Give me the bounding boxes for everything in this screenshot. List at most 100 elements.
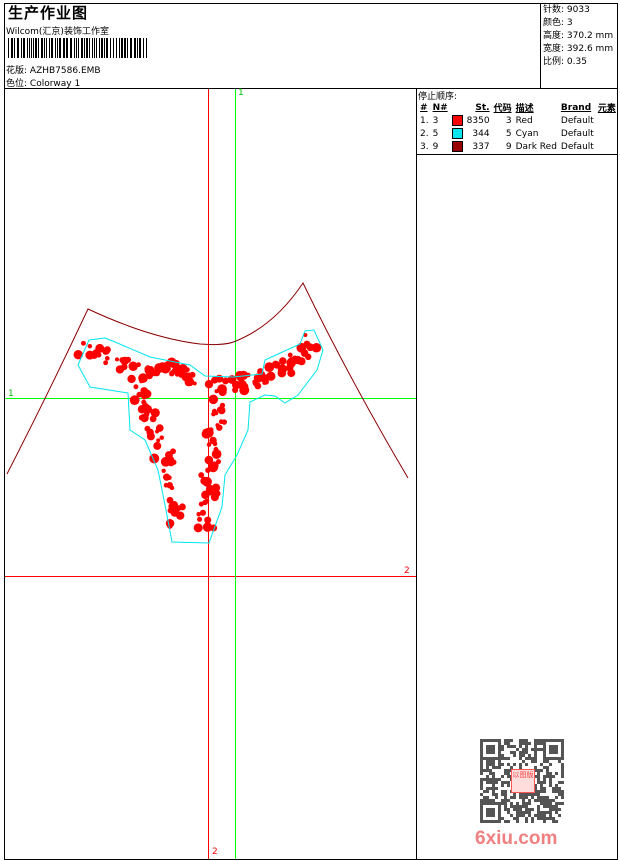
- qr-module: [507, 763, 510, 766]
- qr-module: [543, 748, 546, 751]
- qr-module: [549, 757, 552, 760]
- qr-module: [486, 751, 489, 754]
- stitch-blob: [189, 371, 196, 378]
- qr-module: [555, 811, 558, 814]
- qr-module: [486, 808, 489, 811]
- qr-module: [546, 811, 549, 814]
- stitch-blob: [141, 399, 147, 405]
- qr-module: [558, 760, 561, 763]
- qr-module: [480, 751, 483, 754]
- qr-module: [540, 784, 543, 787]
- qr-module: [561, 796, 564, 799]
- qr-module: [486, 814, 489, 817]
- qr-module: [492, 745, 495, 748]
- qr-module: [537, 778, 540, 781]
- qr-module: [486, 745, 489, 748]
- qr-module: [531, 808, 534, 811]
- qr-module: [486, 796, 489, 799]
- stitch-blob: [173, 364, 182, 373]
- qr-module: [507, 820, 510, 823]
- qr-module: [540, 787, 543, 790]
- qr-module: [486, 775, 489, 778]
- qr-module: [561, 790, 564, 793]
- stitch-blob: [114, 357, 120, 362]
- qr-module: [480, 814, 483, 817]
- qr-module: [558, 757, 561, 760]
- qr-module: [516, 805, 519, 808]
- qr-module: [537, 772, 540, 775]
- qr-module: [513, 754, 516, 757]
- qr-module: [507, 775, 510, 778]
- qr-module: [555, 808, 558, 811]
- qr-module: [549, 772, 552, 775]
- qr-module: [540, 763, 543, 766]
- qr-module: [522, 754, 525, 757]
- qr-module: [543, 799, 546, 802]
- qr-module: [549, 739, 552, 742]
- qr-module: [516, 808, 519, 811]
- stitch-blob: [305, 353, 312, 361]
- qr-module: [513, 808, 516, 811]
- stitch-blob: [205, 484, 215, 494]
- stitch-blob: [120, 363, 128, 371]
- qr-module: [543, 796, 546, 799]
- qr-module: [549, 781, 552, 784]
- qr-module: [489, 820, 492, 823]
- qr-module: [495, 739, 498, 742]
- qr-module: [486, 748, 489, 751]
- qr-module: [486, 811, 489, 814]
- qr-module: [561, 769, 564, 772]
- qr-module: [555, 784, 558, 787]
- qr-module: [492, 784, 495, 787]
- stitch-blob: [166, 481, 174, 489]
- qr-module: [549, 775, 552, 778]
- qr-module: [495, 757, 498, 760]
- stitch-blob: [311, 342, 322, 353]
- qr-module: [489, 772, 492, 775]
- qr-module: [558, 790, 561, 793]
- qr-module: [492, 757, 495, 760]
- qr-module: [486, 778, 489, 781]
- qr-module: [498, 748, 501, 751]
- qr-module: [483, 778, 486, 781]
- qr-module: [498, 745, 501, 748]
- qr-module: [552, 808, 555, 811]
- qr-module: [513, 817, 516, 820]
- qr-module: [549, 802, 552, 805]
- qr-module: [480, 799, 483, 802]
- qr-module: [561, 802, 564, 805]
- qr-module: [519, 754, 522, 757]
- qr-module: [519, 805, 522, 808]
- qr-module: [483, 799, 486, 802]
- qr-module: [486, 790, 489, 793]
- qr-module: [552, 820, 555, 823]
- qr-module: [483, 796, 486, 799]
- stitch-blob: [196, 511, 201, 517]
- qr-module: [498, 760, 501, 763]
- qr-module: [525, 748, 528, 751]
- qr-module: [543, 751, 546, 754]
- qr-module: [510, 739, 513, 742]
- qr-module: [534, 742, 537, 745]
- qr-module: [525, 757, 528, 760]
- qr-module: [486, 760, 489, 763]
- qr-module: [510, 745, 513, 748]
- qr-module: [480, 811, 483, 814]
- qr-module: [516, 802, 519, 805]
- stitch-blob: [279, 357, 287, 365]
- qr-module: [522, 802, 525, 805]
- qr-module: [552, 775, 555, 778]
- qr-module: [495, 778, 498, 781]
- qr-module: [486, 820, 489, 823]
- qr-module: [492, 820, 495, 823]
- qr-module: [558, 814, 561, 817]
- qr-module: [516, 817, 519, 820]
- stitch-blob: [153, 441, 162, 450]
- stitch-blob: [128, 361, 138, 371]
- stitch-blob: [217, 406, 226, 415]
- qr-module: [540, 739, 543, 742]
- qr-module: [552, 790, 555, 793]
- qr-module: [543, 817, 546, 820]
- qr-module: [480, 739, 483, 742]
- qr-module: [546, 796, 549, 799]
